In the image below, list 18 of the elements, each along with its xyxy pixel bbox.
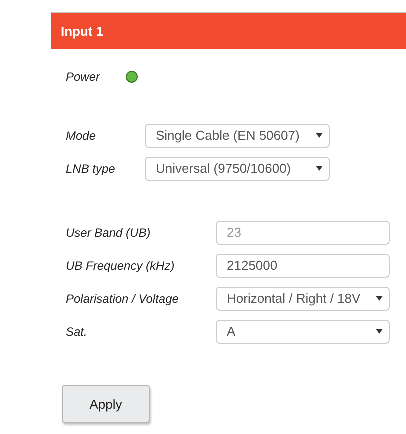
- dropdown[interactable]: Horizontal / Right / 18V: [216, 286, 390, 310]
- field-label: User Band (UB): [66, 226, 152, 240]
- field-label: Mode: [66, 128, 98, 142]
- field-label: UB Frequency (kHz): [66, 258, 176, 272]
- dropdown[interactable]: Single Cable (EN 50607): [145, 124, 330, 148]
- caret-icon: [376, 329, 383, 334]
- dropdown[interactable]: Universal (9750/10600): [145, 156, 330, 180]
- caret-icon: [376, 296, 383, 301]
- input-field[interactable]: 2125000: [216, 254, 390, 278]
- caret-icon: [316, 133, 323, 138]
- panel-title: Input 1: [61, 24, 104, 38]
- dropdown[interactable]: A: [216, 320, 390, 344]
- field-label: Power: [66, 70, 102, 84]
- caret-icon: [316, 166, 323, 171]
- field-label: LNB type: [66, 162, 116, 176]
- field-label: Polarisation / Voltage: [66, 292, 180, 306]
- field-label: Sat.: [66, 324, 88, 338]
- apply-button[interactable]: Apply: [62, 385, 150, 423]
